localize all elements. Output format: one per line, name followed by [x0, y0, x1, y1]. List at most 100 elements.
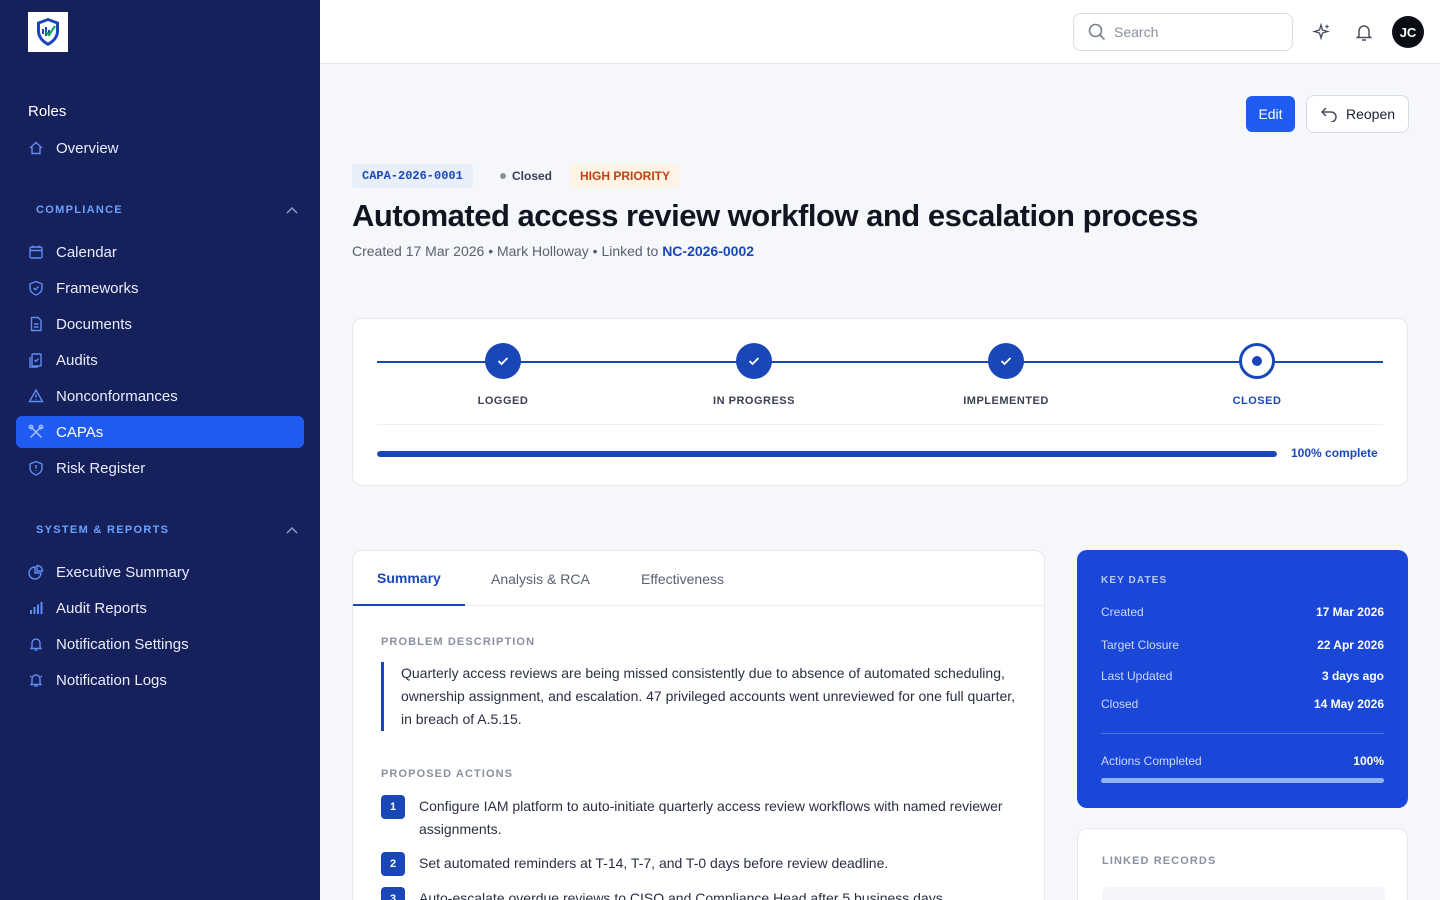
action-item: 2 Set automated reminders at T-14, T-7, …	[381, 852, 1021, 876]
date-row: Closed 14 May 2026	[1101, 697, 1384, 711]
priority-badge: HIGH PRIORITY	[570, 164, 681, 188]
date-row: Last Updated 3 days ago	[1101, 669, 1384, 683]
sidebar-item-notification-settings[interactable]: Notification Settings	[16, 628, 304, 660]
pie-chart-icon	[28, 564, 44, 580]
shield-logo-icon	[37, 18, 59, 46]
sidebar-item-label: Nonconformances	[56, 387, 178, 405]
chevron-up-icon	[286, 526, 298, 534]
check-icon	[988, 343, 1024, 379]
document-icon	[28, 316, 44, 332]
ai-sparkle-button[interactable]	[1310, 20, 1334, 44]
date-value: 22 Apr 2026	[1317, 638, 1384, 652]
progress-percent-label: 100% complete	[1291, 446, 1378, 460]
actions-completed-row: Actions Completed 100%	[1101, 754, 1384, 768]
sidebar-item-label: Documents	[56, 315, 132, 333]
sidebar-item-label: Notification Logs	[56, 671, 167, 689]
status-badge: Closed	[492, 164, 560, 188]
sidebar-item-audits[interactable]: Audits	[16, 344, 304, 376]
sidebar-item-label: Audits	[56, 351, 98, 369]
action-number: 2	[381, 852, 405, 876]
system-reports-section-header[interactable]: SYSTEM & REPORTS	[36, 524, 298, 536]
sidebar-item-frameworks[interactable]: Frameworks	[16, 272, 304, 304]
reopen-label: Reopen	[1345, 106, 1396, 122]
details-card: Summary Analysis & RCA Effectiveness PRO…	[352, 550, 1045, 900]
sidebar-item-calendar[interactable]: Calendar	[16, 236, 304, 268]
action-text: Configure IAM platform to auto-initiate …	[419, 798, 1003, 837]
sidebar-item-label: Audit Reports	[56, 599, 147, 617]
topbar: JC	[320, 0, 1440, 64]
sidebar-item-label: CAPAs	[56, 423, 104, 441]
step-label: CLOSED	[1232, 395, 1282, 407]
check-icon	[485, 343, 521, 379]
date-row: Target Closure 22 Apr 2026	[1101, 638, 1384, 652]
bell-icon	[1355, 25, 1373, 41]
step-logged: LOGGED	[423, 343, 583, 407]
actions-progress-bar	[1101, 778, 1384, 783]
tab-bar: Summary Analysis & RCA Effectiveness	[353, 551, 1044, 606]
sidebar-item-audit-reports[interactable]: Audit Reports	[16, 592, 304, 624]
sidebar-item-notification-logs[interactable]: Notification Logs	[16, 664, 304, 696]
bell-log-icon	[28, 672, 44, 688]
action-number: 3	[381, 887, 405, 900]
sidebar-item-label: Executive Summary	[56, 563, 190, 581]
linked-record-row[interactable]	[1102, 887, 1385, 900]
progress-bar-fill	[377, 451, 1277, 457]
sidebar-item-documents[interactable]: Documents	[16, 308, 304, 340]
step-closed: CLOSED	[1177, 343, 1337, 407]
search-box[interactable]	[1073, 13, 1293, 51]
check-icon	[736, 343, 772, 379]
linked-records-header: LINKED RECORDS	[1102, 855, 1217, 867]
date-value: 14 May 2026	[1313, 697, 1384, 711]
step-label: LOGGED	[477, 395, 529, 407]
sidebar-item-overview[interactable]: Overview	[16, 132, 304, 164]
divider	[377, 424, 1383, 425]
date-label: Created	[1101, 605, 1144, 619]
step-label: IMPLEMENTED	[963, 395, 1049, 407]
date-value: 3 days ago	[1321, 669, 1384, 683]
section-title: COMPLIANCE	[36, 204, 123, 216]
step-in-progress: IN PROGRESS	[674, 343, 834, 407]
sidebar: Roles Overview COMPLIANCE Calendar Frame…	[0, 0, 320, 900]
audit-icon	[28, 352, 44, 368]
shield-alert-icon	[28, 460, 44, 476]
sidebar-item-executive-summary[interactable]: Executive Summary	[16, 556, 304, 588]
reopen-button[interactable]: Reopen	[1306, 95, 1409, 133]
sidebar-item-capas[interactable]: CAPAs	[16, 416, 304, 448]
shield-check-icon	[28, 280, 44, 296]
app-logo[interactable]	[28, 12, 68, 52]
search-input[interactable]	[1114, 24, 1274, 40]
sidebar-item-label: Frameworks	[56, 279, 139, 297]
actions-completed-label: Actions Completed	[1101, 754, 1202, 768]
notifications-button[interactable]	[1352, 20, 1376, 44]
compliance-section-header[interactable]: COMPLIANCE	[36, 204, 298, 216]
proposed-actions-label: PROPOSED ACTIONS	[381, 768, 514, 780]
actions-completed-value: 100%	[1353, 754, 1384, 768]
tab-effectiveness[interactable]: Effectiveness	[641, 551, 724, 606]
tab-summary[interactable]: Summary	[353, 551, 465, 606]
progress-bar	[377, 451, 1277, 457]
status-dot	[500, 173, 506, 179]
search-icon	[1088, 23, 1106, 41]
date-label: Last Updated	[1101, 669, 1173, 683]
workflow-progress-card: LOGGED IN PROGRESS IMPLEMENTED CLOSED 10…	[352, 318, 1408, 486]
warning-triangle-icon	[28, 388, 44, 404]
sidebar-item-nonconformances[interactable]: Nonconformances	[16, 380, 304, 412]
sidebar-item-label: Notification Settings	[56, 635, 189, 653]
problem-description-label: PROBLEM DESCRIPTION	[381, 636, 536, 648]
edit-button[interactable]: Edit	[1246, 96, 1295, 132]
sidebar-item-risk-register[interactable]: Risk Register	[16, 452, 304, 484]
undo-icon	[1320, 107, 1337, 122]
key-dates-header: KEY DATES	[1101, 575, 1168, 586]
action-number: 1	[381, 795, 405, 819]
calendar-icon	[28, 244, 44, 260]
linked-nc-link[interactable]: NC-2026-0002	[662, 243, 754, 259]
status-text: Closed	[512, 169, 553, 183]
tab-analysis-rca[interactable]: Analysis & RCA	[491, 551, 590, 606]
linked-records-card: LINKED RECORDS	[1077, 828, 1408, 900]
action-item: 3 Auto-escalate overdue reviews to CISO …	[381, 887, 1021, 900]
page-title: Automated access review workflow and esc…	[352, 198, 1199, 233]
sidebar-item-label: Calendar	[56, 243, 117, 261]
action-text: Set automated reminders at T-14, T-7, an…	[419, 855, 889, 871]
user-avatar[interactable]: JC	[1392, 16, 1424, 48]
date-label: Closed	[1101, 697, 1139, 711]
